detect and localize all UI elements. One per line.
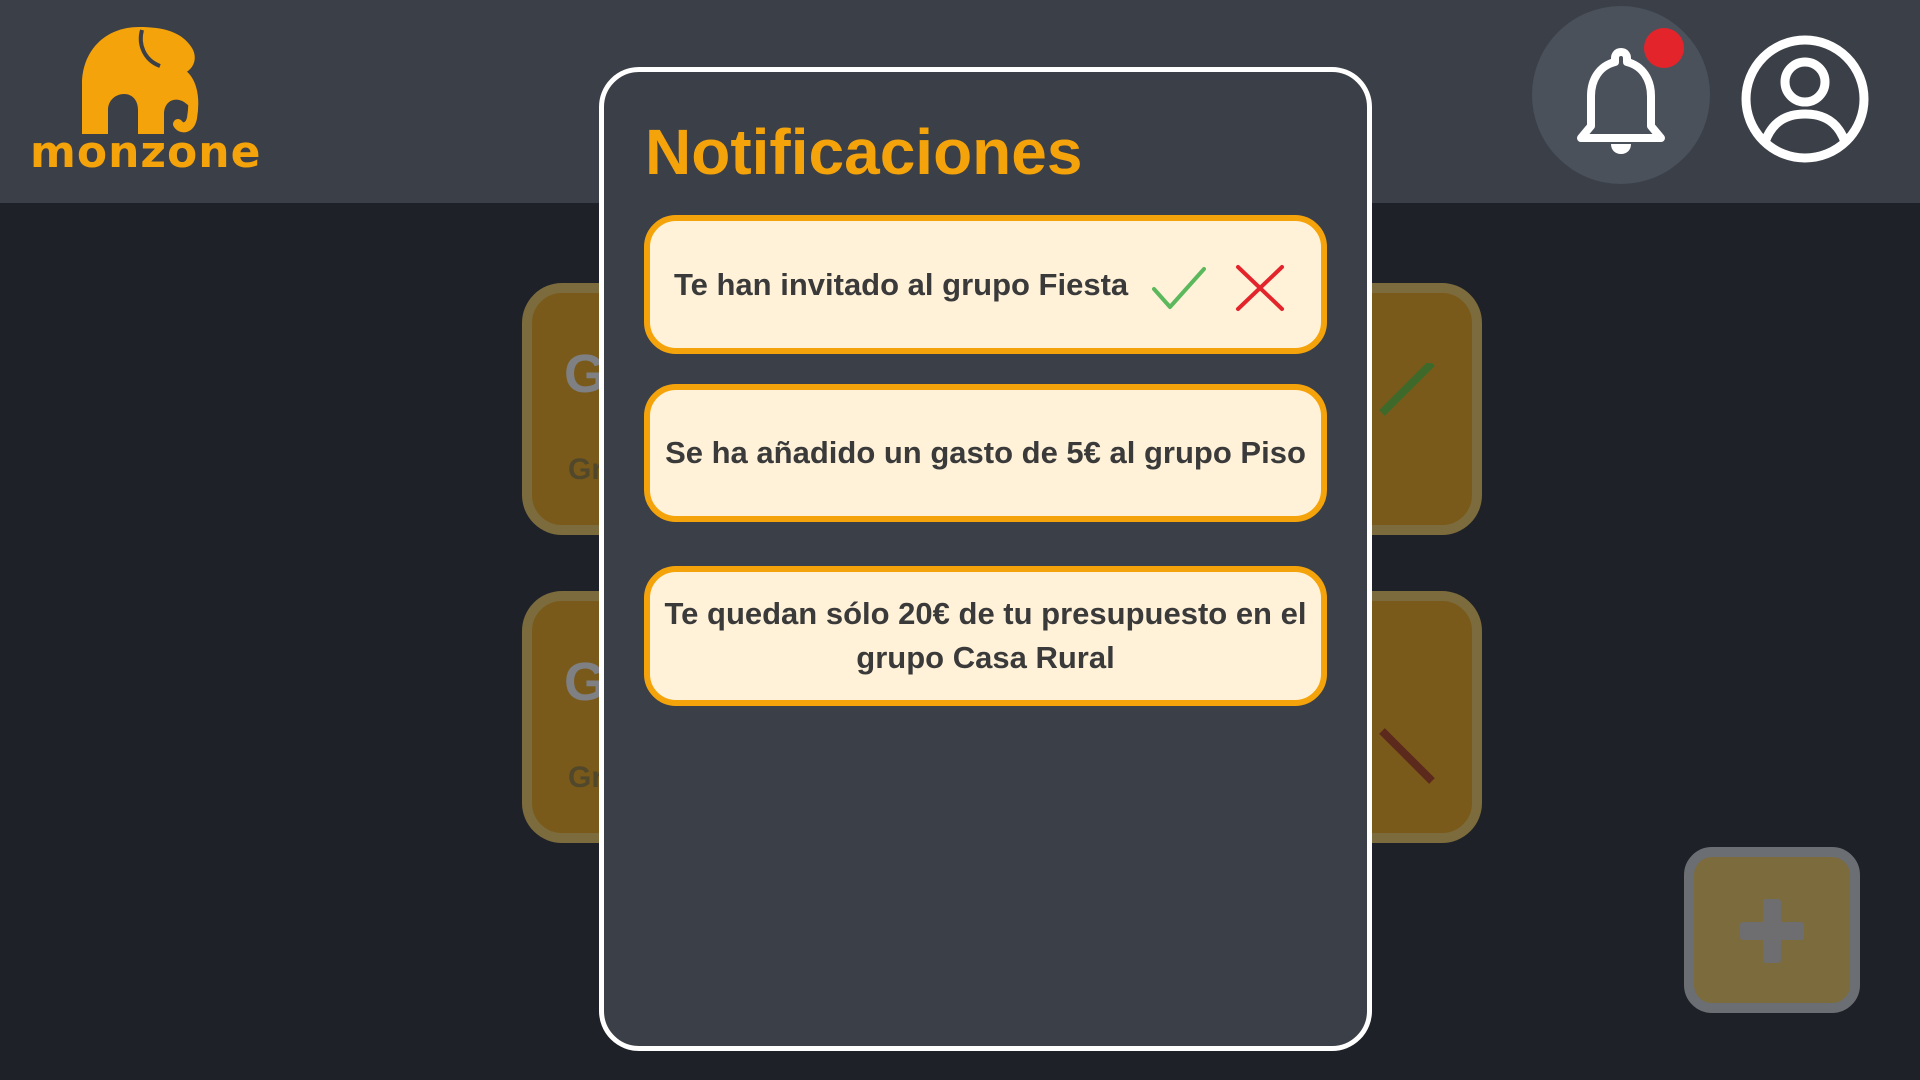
- notification-item: Te quedan sólo 20€ de tu presupuesto en …: [644, 566, 1327, 706]
- elephant-logo-icon: [82, 27, 199, 134]
- profile-button[interactable]: [1740, 34, 1870, 164]
- notification-text: Te quedan sólo 20€ de tu presupuesto en …: [664, 596, 1307, 675]
- check-icon: [1379, 363, 1435, 416]
- user-circle-icon: [1741, 35, 1869, 163]
- group-subtitle: Gr: [568, 453, 604, 486]
- notification-text: Se ha añadido un gasto de 5€ al grupo Pi…: [665, 435, 1306, 470]
- unread-badge: [1644, 28, 1684, 68]
- notifications-modal: Notificaciones Te han invitado al grupo …: [599, 67, 1372, 1051]
- group-subtitle: Gr: [568, 761, 604, 794]
- monzone-logo[interactable]: monzone: [30, 22, 262, 182]
- notification-item: Se ha añadido un gasto de 5€ al grupo Pi…: [644, 384, 1327, 522]
- add-group-button[interactable]: [1684, 847, 1860, 1013]
- notifications-button[interactable]: [1532, 6, 1710, 184]
- cross-icon: [1379, 728, 1435, 784]
- reject-cross-icon[interactable]: [1232, 263, 1288, 313]
- notification-item: Te han invitado al grupo Fiesta: [644, 215, 1327, 354]
- logo-wordmark: monzone: [30, 127, 262, 178]
- modal-title: Notificaciones: [645, 116, 1083, 188]
- accept-check-icon[interactable]: [1150, 263, 1206, 313]
- notification-text: Te han invitado al grupo Fiesta: [674, 266, 1129, 302]
